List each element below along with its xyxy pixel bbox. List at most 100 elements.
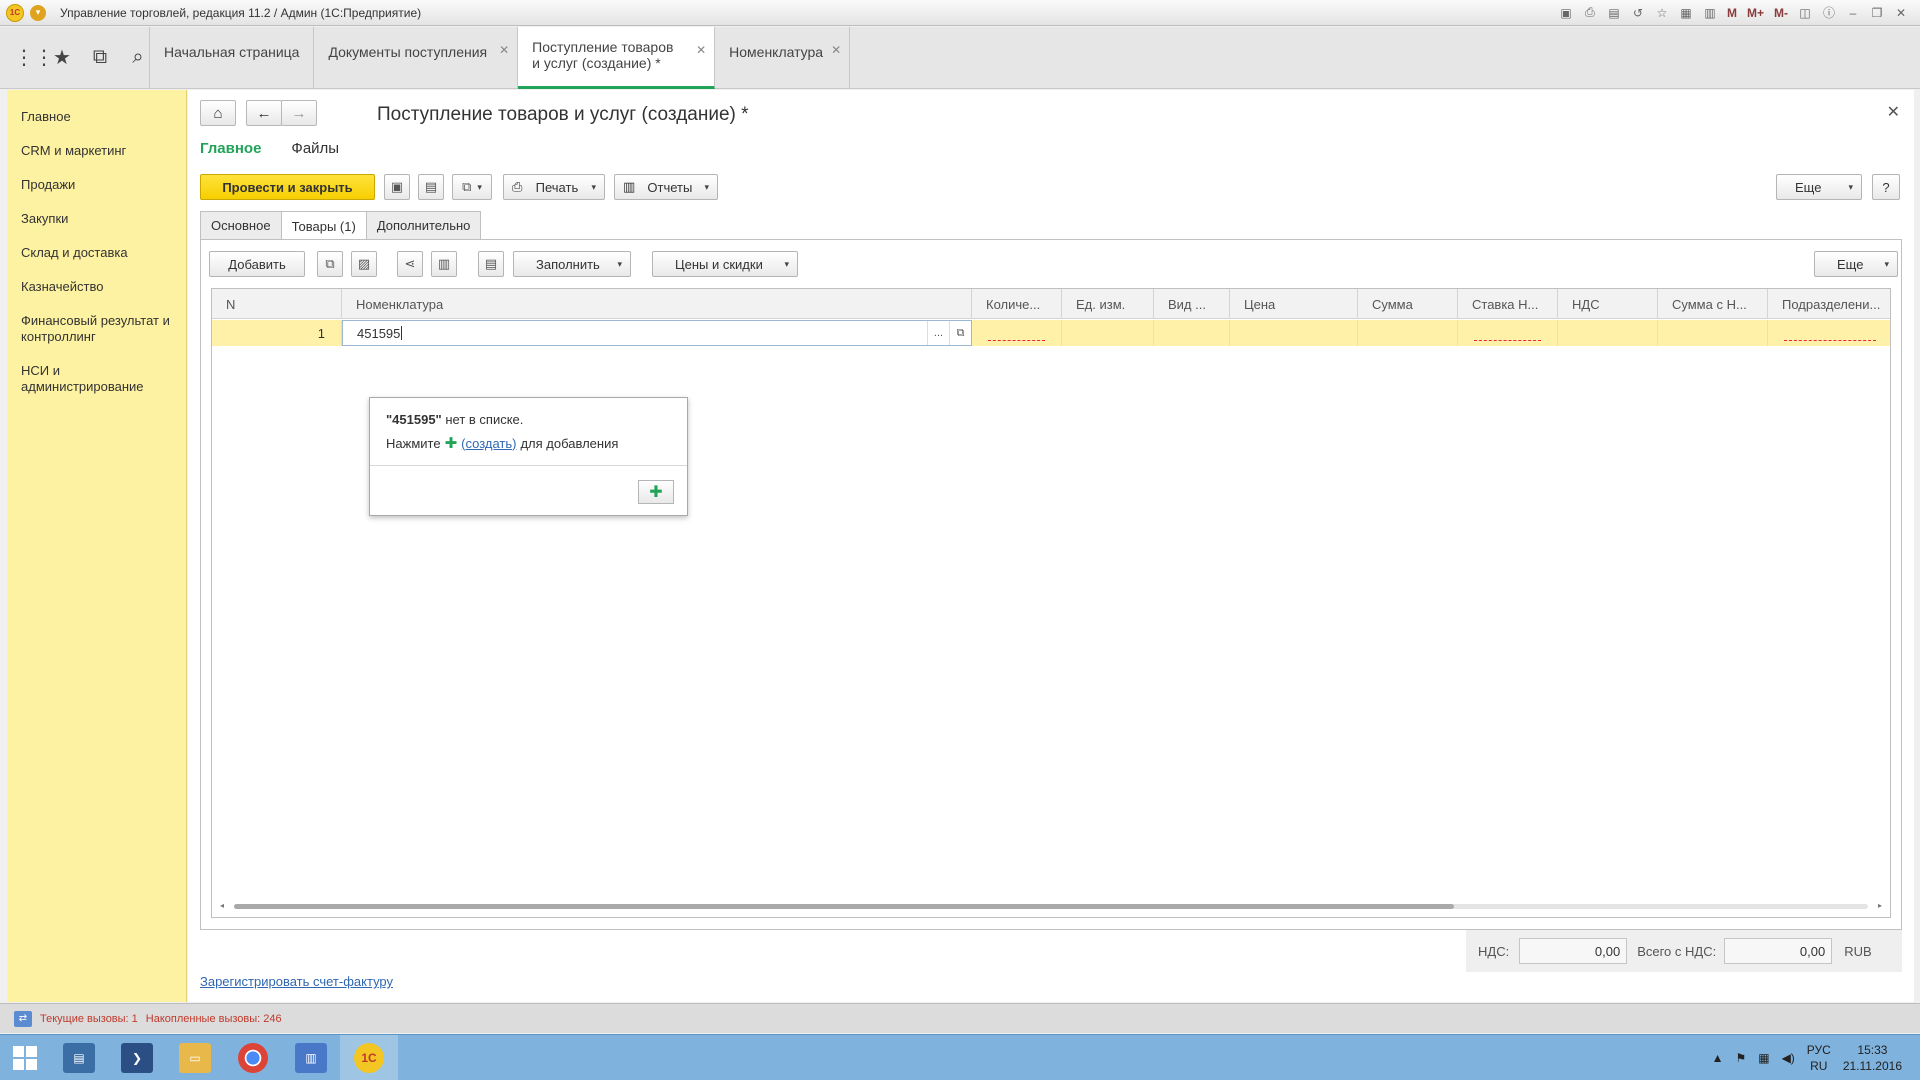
m-icon[interactable]: M — [1725, 4, 1739, 22]
grid-more-button[interactable]: Еще ▾ — [1814, 251, 1898, 277]
tab-nomenclature[interactable]: Номенклатура ✕ — [715, 27, 851, 89]
favorite-icon[interactable]: ☆ — [1653, 4, 1671, 22]
select-items-button[interactable]: ▤ — [478, 251, 504, 277]
taskbar-notepad[interactable]: ▥ — [282, 1035, 340, 1080]
main-menu-icon[interactable]: ▾ — [30, 4, 46, 21]
calc-icon[interactable]: ▦ — [1677, 4, 1695, 22]
volume-icon[interactable]: ◀) — [1782, 1051, 1795, 1065]
taskbar-explorer[interactable]: ▭ — [166, 1035, 224, 1080]
taskbar-onec[interactable]: 1С — [340, 1034, 398, 1080]
back-button[interactable]: ← — [246, 100, 282, 126]
nomenclature-input[interactable]: 451595 ... ⧉ — [342, 320, 972, 346]
register-invoice-link[interactable]: Зарегистрировать счет-фактуру — [200, 974, 393, 989]
close-icon[interactable]: ✕ — [1892, 4, 1910, 22]
panels-icon[interactable]: ◫ — [1796, 4, 1814, 22]
department-cell[interactable] — [1768, 320, 1892, 346]
subtab-main[interactable]: Главное — [200, 140, 261, 157]
copy-row-button[interactable]: ⧉ — [317, 251, 343, 277]
forward-button[interactable]: → — [281, 100, 317, 126]
save-icon[interactable]: ▣ — [1557, 4, 1575, 22]
kind-cell[interactable] — [1154, 320, 1230, 346]
close-icon[interactable]: ✕ — [696, 43, 706, 57]
price-cell[interactable] — [1230, 320, 1358, 346]
sidebar-item-warehouse[interactable]: Склад и доставка — [7, 236, 186, 270]
m-plus-icon[interactable]: M+ — [1745, 4, 1766, 22]
prices-discounts-button[interactable]: Цены и скидки ▾ — [652, 251, 798, 277]
sidebar-item-crm[interactable]: CRM и маркетинг — [7, 134, 186, 168]
performance-icon[interactable]: ⇄ — [14, 1010, 32, 1027]
scroll-right-icon[interactable]: ▸ — [1878, 901, 1882, 910]
col-n[interactable]: N — [212, 289, 342, 319]
history-icon[interactable]: ↺ — [1629, 4, 1647, 22]
open-icon[interactable]: ⧉ — [949, 321, 971, 345]
share-button[interactable]: ⋖ — [397, 251, 423, 277]
horizontal-scrollbar[interactable]: ◂ ▸ — [218, 901, 1884, 911]
start-button[interactable] — [0, 1035, 50, 1080]
create-link[interactable]: (создать) — [461, 436, 516, 451]
add-row-button[interactable]: Добавить — [209, 251, 305, 277]
print-button[interactable]: ⎙ Печать ▾ — [503, 174, 605, 200]
info-icon[interactable]: ⓘ — [1820, 4, 1838, 22]
col-price[interactable]: Цена — [1230, 289, 1358, 319]
post-and-close-button[interactable]: Провести и закрыть — [200, 174, 375, 200]
col-kind[interactable]: Вид ... — [1154, 289, 1230, 319]
tab-receipt-create[interactable]: Поступление товаров и услуг (создание) *… — [518, 27, 716, 89]
unit-cell[interactable] — [1062, 320, 1154, 346]
more-button[interactable]: Еще ▾ — [1776, 174, 1862, 200]
taskbar-chrome[interactable] — [224, 1035, 282, 1080]
preview-icon[interactable]: ▤ — [1605, 4, 1623, 22]
fill-button[interactable]: Заполнить ▾ — [513, 251, 631, 277]
minimize-icon[interactable]: – — [1844, 4, 1862, 22]
sidebar-item-treasury[interactable]: Казначейство — [7, 270, 186, 304]
close-icon[interactable]: ✕ — [1887, 102, 1900, 122]
close-icon[interactable]: ✕ — [499, 43, 509, 57]
create-based-button[interactable]: ⧉ ▾ — [452, 174, 492, 200]
sidebar-item-purchases[interactable]: Закупки — [7, 202, 186, 236]
sum-with-vat-cell[interactable] — [1658, 320, 1768, 346]
network-icon[interactable]: ▦ — [1758, 1051, 1769, 1065]
help-button[interactable]: ? — [1872, 174, 1900, 200]
subtab-files[interactable]: Файлы — [291, 140, 339, 157]
col-sum-with-vat[interactable]: Сумма с Н... — [1658, 289, 1768, 319]
save-button[interactable]: ▣ — [384, 174, 410, 200]
sidebar-item-sales[interactable]: Продажи — [7, 168, 186, 202]
col-sum[interactable]: Сумма — [1358, 289, 1458, 319]
quantity-cell[interactable] — [972, 320, 1062, 346]
tab-basic[interactable]: Основное — [200, 211, 282, 239]
goods-table[interactable]: N Номенклатура Количе... Ед. изм. Вид ..… — [211, 288, 1891, 918]
taskbar-powershell[interactable]: ❯ — [108, 1035, 166, 1080]
print-icon[interactable]: ⎙ — [1581, 4, 1599, 22]
star-icon[interactable]: ★ — [52, 45, 72, 70]
scroll-thumb[interactable] — [234, 904, 1454, 909]
col-nomenclature[interactable]: Номенклатура — [342, 289, 972, 319]
sidebar-item-finance[interactable]: Финансовый результат и контроллинг — [7, 304, 186, 354]
col-unit[interactable]: Ед. изм. — [1062, 289, 1154, 319]
search-icon[interactable]: ⌕ — [128, 46, 148, 69]
m-minus-icon[interactable]: M- — [1772, 4, 1790, 22]
restore-icon[interactable]: ❐ — [1868, 4, 1886, 22]
barcode-button[interactable]: ▥ — [431, 251, 457, 277]
calendar-icon[interactable]: ▥ — [1701, 4, 1719, 22]
apps-grid-icon[interactable]: ⋮⋮ — [14, 45, 54, 70]
vat-rate-cell[interactable] — [1458, 320, 1558, 346]
language-indicator[interactable]: РУС RU — [1807, 1042, 1831, 1074]
sum-cell[interactable] — [1358, 320, 1458, 346]
select-button[interactable]: ... — [927, 321, 949, 345]
taskbar-server-manager[interactable]: ▤ — [50, 1035, 108, 1080]
col-vat[interactable]: НДС — [1558, 289, 1658, 319]
paste-row-button[interactable]: ▨ — [351, 251, 377, 277]
reports-button[interactable]: ▥ Отчеты ▾ — [614, 174, 718, 200]
history-icon[interactable]: ⧉ — [90, 46, 110, 69]
sidebar-item-main[interactable]: Главное — [7, 100, 186, 134]
sidebar-item-admin[interactable]: НСИ и администрирование — [7, 354, 186, 404]
tray-arrow-icon[interactable]: ▲ — [1712, 1051, 1724, 1065]
tab-goods[interactable]: Товары (1) — [280, 211, 367, 240]
clock[interactable]: 15:33 21.11.2016 — [1843, 1042, 1902, 1074]
tab-additional[interactable]: Дополнительно — [365, 211, 482, 239]
close-icon[interactable]: ✕ — [831, 43, 841, 57]
tab-home[interactable]: Начальная страница — [150, 27, 315, 89]
col-department[interactable]: Подразделени... — [1768, 289, 1892, 319]
vat-cell[interactable] — [1558, 320, 1658, 346]
scroll-left-icon[interactable]: ◂ — [220, 901, 224, 910]
table-row[interactable]: 1 451595 ... ⧉ — [212, 320, 1890, 346]
